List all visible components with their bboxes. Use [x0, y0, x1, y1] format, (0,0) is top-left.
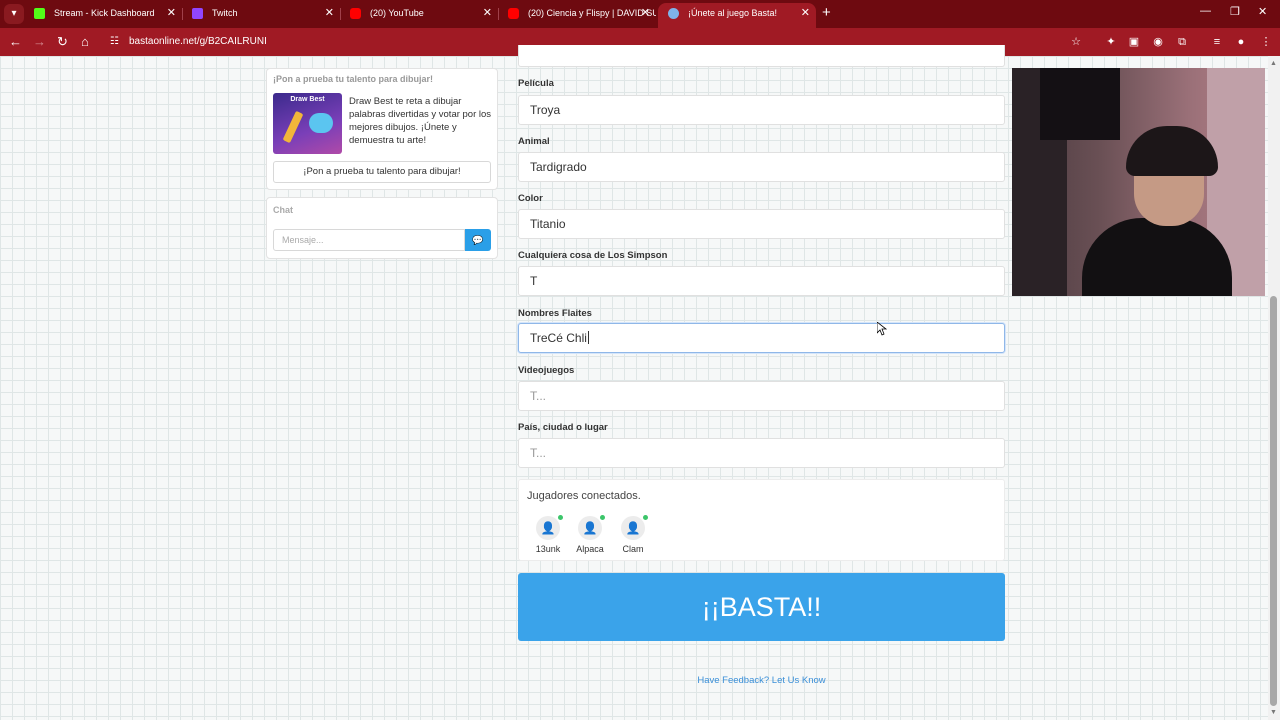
field-label-simpson: Cualquiera cosa de Los Simpson — [518, 250, 668, 261]
text-caret — [587, 331, 589, 344]
restore-icon[interactable]: ❐ — [1230, 5, 1240, 18]
player-name: Alpaca — [576, 544, 604, 554]
twitch-icon — [192, 8, 203, 19]
tab-youtube-video[interactable]: (20) Ciencia y Flispy | DAVID SU ✕ — [498, 3, 656, 28]
field-label-pais: País, ciudad o lugar — [518, 422, 608, 433]
player-item[interactable]: 👤 Clam — [613, 515, 653, 554]
youtube-icon — [508, 8, 519, 19]
tab-kick-dashboard[interactable]: Stream - Kick Dashboard ✕ — [24, 3, 182, 28]
field-animal[interactable]: Tardigrado — [518, 152, 1005, 182]
minimize-icon[interactable]: — — [1200, 5, 1211, 17]
close-tab-icon[interactable]: ✕ — [641, 3, 650, 24]
forward-icon[interactable]: → — [33, 34, 46, 50]
close-tab-icon[interactable]: ✕ — [801, 3, 810, 24]
players-title: Jugadores conectados. — [527, 490, 641, 502]
kick-icon — [34, 8, 45, 19]
online-status-dot — [600, 515, 605, 520]
scrollbar-thumb[interactable] — [1270, 296, 1277, 706]
close-tab-icon[interactable]: ✕ — [325, 3, 334, 24]
field-label-videojuegos: Videojuegos — [518, 365, 575, 376]
home-icon[interactable]: ⌂ — [81, 34, 89, 50]
field-videojuegos[interactable]: T... — [518, 381, 1005, 411]
new-tab-button[interactable]: + — [822, 4, 831, 22]
tab-basta-active[interactable]: ¡Únete al juego Basta! ✕ — [658, 3, 816, 28]
field-label-color: Color — [518, 193, 543, 204]
chat-message-input[interactable]: Mensaje... — [273, 229, 465, 251]
scroll-down-icon[interactable]: ▼ — [1270, 709, 1277, 716]
password-icon[interactable]: ◉ — [1151, 35, 1165, 49]
paintbrush-icon — [282, 110, 304, 144]
field-flaites[interactable]: TreCé Chli — [518, 323, 1005, 353]
promo-card: ¡Pon a prueba tu talento para dibujar! D… — [266, 68, 498, 190]
user-avatar-icon: 👤 — [536, 515, 563, 540]
extension-icon[interactable]: ✦ — [1104, 35, 1118, 49]
player-name: 13unk — [535, 544, 561, 554]
field-pelicula[interactable]: Troya — [518, 95, 1005, 125]
promo-description: Draw Best te reta a dibujar palabras div… — [349, 96, 492, 146]
browser-tab-bar: ▾ Stream - Kick Dashboard ✕ Twitch ✕ (20… — [0, 0, 1280, 28]
bookmark-star-icon[interactable]: ☆ — [1069, 35, 1083, 49]
field-label-flaites: Nombres Flaites — [518, 308, 592, 319]
field-simpson[interactable]: T — [518, 266, 1005, 296]
back-icon[interactable]: ← — [9, 34, 22, 50]
page-scrollbar[interactable]: ▲ ▼ — [1268, 56, 1280, 720]
profile-avatar-icon[interactable]: ● — [1234, 35, 1248, 49]
online-status-dot — [558, 515, 563, 520]
chat-title: Chat — [273, 205, 293, 215]
translate-icon[interactable]: ▣ — [1127, 35, 1141, 49]
field-color[interactable]: Titanio — [518, 209, 1005, 239]
player-item[interactable]: 👤 Alpaca — [570, 515, 610, 554]
scroll-up-icon[interactable]: ▲ — [1270, 60, 1277, 67]
promo-button[interactable]: ¡Pon a prueba tu talento para dibujar! — [273, 161, 491, 183]
close-tab-icon[interactable]: ✕ — [483, 3, 492, 24]
youtube-icon — [350, 8, 361, 19]
online-status-dot — [643, 515, 648, 520]
tab-twitch[interactable]: Twitch ✕ — [182, 3, 340, 28]
close-window-icon[interactable]: ✕ — [1258, 5, 1267, 18]
field-label-animal: Animal — [518, 136, 550, 147]
speech-bubble-icon — [309, 113, 333, 133]
user-avatar-icon: 👤 — [578, 515, 605, 540]
tab-youtube[interactable]: (20) YouTube ✕ — [340, 3, 498, 28]
promo-image-title: Draw Best — [290, 96, 325, 103]
player-name: Clam — [622, 544, 644, 554]
chat-bubble-icon: 💬 — [472, 235, 484, 245]
webcam-tv — [1040, 68, 1120, 140]
previous-field-input[interactable] — [518, 45, 1005, 67]
webcam-person-hair — [1126, 126, 1218, 176]
webcam-overlay — [1012, 68, 1265, 296]
media-control-icon[interactable]: ≡ — [1210, 35, 1224, 49]
site-info-icon[interactable]: ☷ — [110, 36, 122, 48]
reload-icon[interactable]: ↻ — [57, 34, 68, 50]
tab-search-button[interactable]: ▾ — [4, 4, 24, 24]
promo-heading: ¡Pon a prueba tu talento para dibujar! — [273, 74, 434, 84]
player-item[interactable]: 👤 13unk — [528, 515, 568, 554]
browser-menu-icon[interactable]: ⋮ — [1259, 35, 1273, 49]
close-tab-icon[interactable]: ✕ — [167, 3, 176, 24]
extensions-puzzle-icon[interactable]: ⧉ — [1175, 35, 1189, 49]
connected-players-panel: Jugadores conectados. 👤 13unk 👤 Alpaca 👤… — [518, 479, 1005, 561]
field-label-pelicula: Película — [518, 78, 554, 89]
field-pais[interactable]: T... — [518, 438, 1005, 468]
send-message-button[interactable]: 💬 — [465, 229, 491, 251]
draw-best-image[interactable]: Draw Best — [273, 93, 342, 154]
field-flaites-value: TreCé Chli — [530, 331, 587, 345]
feedback-link[interactable]: Have Feedback? Let Us Know — [518, 675, 1005, 686]
basta-button[interactable]: ¡¡BASTA!! — [518, 573, 1005, 641]
chat-card: Chat Mensaje... 💬 — [266, 197, 498, 259]
mouse-cursor-icon — [877, 322, 887, 336]
user-avatar-icon: 👤 — [621, 515, 648, 540]
basta-site-icon — [668, 8, 679, 19]
address-bar[interactable]: bastaonline.net/g/B2CAILRUNI — [129, 35, 267, 49]
